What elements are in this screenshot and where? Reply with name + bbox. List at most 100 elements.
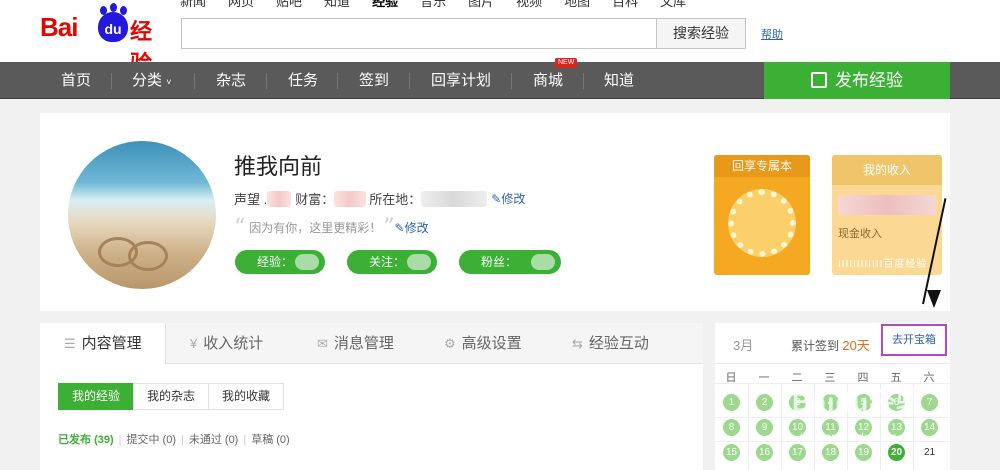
- reputation-value-redacted: [267, 190, 292, 207]
- tab-messages[interactable]: ✉ 消息管理: [317, 323, 394, 364]
- search-input[interactable]: [181, 18, 656, 49]
- new-badge: NEW: [555, 58, 578, 68]
- experience-count-pill[interactable]: 经验：: [235, 250, 325, 274]
- calendar-header: 3月 累计签到 20天 去开宝箱: [715, 323, 950, 364]
- calendar-day[interactable]: 15: [723, 444, 740, 461]
- mail-icon: ✉: [317, 336, 328, 351]
- help-link[interactable]: 帮助: [761, 26, 783, 42]
- top-link-map[interactable]: 地图: [564, 0, 590, 10]
- subtab-my-magazine[interactable]: 我的杂志: [133, 383, 210, 410]
- calendar-day[interactable]: 14: [921, 419, 938, 436]
- checkin-summary: 累计签到 20天: [791, 335, 870, 354]
- filter-label: 已发布: [58, 434, 91, 446]
- top-link-images[interactable]: 图片: [468, 0, 494, 10]
- my-income-book[interactable]: 我的收入 现金收入 IIIIIIIIIIII百度经验: [832, 155, 942, 275]
- status-filters: 已发布 (39) | 提交中 (0) | 未通过 (0) | 草稿 (0): [58, 431, 290, 447]
- pill-label: 关注：: [369, 255, 406, 269]
- pill-label: 经验：: [257, 255, 294, 269]
- search-button[interactable]: 搜索经验: [656, 18, 746, 49]
- calendar-day[interactable]: 1: [723, 394, 740, 411]
- content-panel: ☰ 内容管理 ¥ 收入统计 ✉ 消息管理 ⚙ 高级设置 ⇆ 经验互动 我的经验 我的杂志 …: [40, 323, 703, 470]
- tab-content-management[interactable]: ☰ 内容管理: [40, 323, 166, 365]
- top-link-tieba[interactable]: 贴吧: [276, 0, 302, 10]
- edit-profile-link[interactable]: ✎修改: [491, 190, 525, 207]
- open-treasure-link[interactable]: 去开宝箱: [881, 324, 947, 356]
- filter-submitting[interactable]: 提交中 (0): [126, 434, 176, 446]
- nav-checkin[interactable]: 签到: [359, 62, 389, 99]
- top-link-news[interactable]: 新闻: [180, 0, 206, 10]
- paw-icon: [110, 3, 117, 12]
- subtab-my-favorites[interactable]: 我的收藏: [208, 383, 285, 410]
- fans-count-pill[interactable]: 粉丝：: [459, 250, 561, 274]
- calendar-day[interactable]: 18: [822, 444, 839, 461]
- wealth-value-redacted: [334, 190, 367, 207]
- divider: |: [118, 434, 122, 446]
- edit-motto-link[interactable]: ✎修改: [395, 219, 429, 236]
- top-link-jingyan[interactable]: 经验: [372, 0, 398, 10]
- calendar-day[interactable]: 7: [921, 394, 938, 411]
- top-link-wenku[interactable]: 文库: [660, 0, 686, 10]
- top-link-baike[interactable]: 百科: [612, 0, 638, 10]
- avatar[interactable]: [68, 141, 216, 289]
- calendar-day[interactable]: 9: [756, 419, 773, 436]
- nav-tasks[interactable]: 任务: [288, 62, 318, 99]
- wealth-label: 财富：: [295, 192, 335, 207]
- top-link-zhidao[interactable]: 知道: [324, 0, 350, 10]
- list-icon: ☰: [64, 336, 76, 351]
- sand-heart-shape: [128, 241, 168, 271]
- top-link-music[interactable]: 音乐: [420, 0, 446, 10]
- following-count-pill[interactable]: 关注：: [347, 250, 437, 274]
- tab-label: 收入统计: [203, 335, 264, 352]
- top-link-video[interactable]: 视频: [516, 0, 542, 10]
- calendar-day[interactable]: 19: [855, 444, 872, 461]
- content-tabs: ☰ 内容管理 ¥ 收入统计 ✉ 消息管理 ⚙ 高级设置 ⇆ 经验互动: [40, 323, 703, 365]
- publish-button[interactable]: 发布经验: [764, 62, 950, 99]
- calendar-day[interactable]: 17: [789, 444, 806, 461]
- nav-share-plan[interactable]: 回享计划: [431, 62, 491, 99]
- calendar-day[interactable]: 21: [921, 444, 938, 461]
- gear-icon: ⚙: [444, 336, 456, 351]
- nav-category[interactable]: 分类 ˅: [132, 62, 171, 99]
- chevron-down-icon: ˅: [166, 77, 172, 87]
- subtab-my-experience[interactable]: 我的经验: [58, 383, 135, 410]
- nav-category-label: 分类: [132, 72, 163, 89]
- nav-separator: [409, 73, 410, 89]
- tab-interaction[interactable]: ⇆ 经验互动: [572, 323, 649, 364]
- tab-advanced-settings[interactable]: ⚙ 高级设置: [444, 323, 522, 364]
- filter-draft[interactable]: 草稿 (0): [251, 434, 290, 446]
- open-quote-icon: “: [234, 214, 246, 240]
- calendar-day[interactable]: 2: [756, 394, 773, 411]
- content-subtabs: 我的经验 我的杂志 我的收藏: [58, 383, 285, 410]
- cash-income-label: 现金收入: [838, 228, 882, 240]
- nav-zhidao[interactable]: 知道: [604, 62, 634, 99]
- top-link-web[interactable]: 网页: [228, 0, 254, 10]
- motto-line: “ 因为有你，这里更精彩！ ” ✎修改: [234, 214, 429, 240]
- filter-rejected[interactable]: 未通过 (0): [189, 434, 239, 446]
- book-footer: IIIIIIIIIIII百度经验: [838, 259, 928, 270]
- filter-published[interactable]: 已发布 (39): [58, 434, 114, 446]
- top-header: Bai du 经验 新闻 网页 贴吧 知道 经验 音乐 图片 视频 地图 百科 …: [0, 0, 1000, 77]
- pen-icon: [811, 72, 827, 88]
- location-label: 所在地：: [369, 192, 422, 207]
- nav-separator: [111, 73, 112, 89]
- calendar-day[interactable]: 8: [723, 419, 740, 436]
- tab-income-stats[interactable]: ¥ 收入统计: [190, 323, 263, 364]
- edit-label: 修改: [404, 221, 429, 235]
- nav-home[interactable]: 首页: [61, 62, 91, 99]
- username: 推我向前: [234, 154, 323, 179]
- nav-magazine[interactable]: 杂志: [216, 62, 246, 99]
- edit-label: 修改: [501, 192, 526, 206]
- grid-line: [781, 383, 782, 470]
- yen-icon: ¥: [190, 336, 198, 351]
- exchange-icon: ⇆: [572, 336, 583, 351]
- reputation-label: 声望 .: [234, 192, 268, 207]
- calendar-day-today[interactable]: 20: [888, 444, 905, 461]
- nav-separator: [266, 73, 267, 89]
- nav-separator: [511, 73, 512, 89]
- book-title: 回享专属本: [714, 155, 810, 177]
- baidu-jingyan-logo[interactable]: Bai du 经验: [40, 3, 170, 77]
- income-value-redacted: [838, 195, 936, 215]
- calendar-day[interactable]: 16: [756, 444, 773, 461]
- share-exclusive-book[interactable]: 回享专属本: [714, 155, 810, 275]
- calendar-month: 3月: [733, 338, 754, 353]
